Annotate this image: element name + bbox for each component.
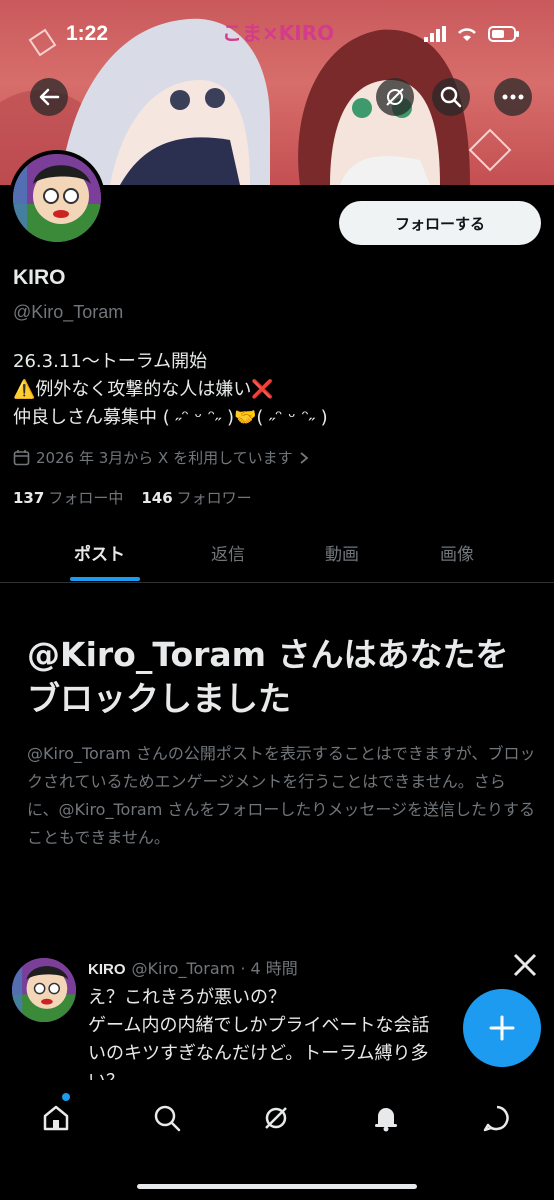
notifications-icon bbox=[375, 1108, 397, 1132]
profile-bio: 26.3.11～トーラム開始 ⚠️例外なく攻撃的な人は嫌い❌ 仲良しさん募集中 … bbox=[13, 348, 533, 432]
messages-icon bbox=[483, 1105, 509, 1132]
back-button[interactable] bbox=[30, 78, 68, 116]
nav-grok[interactable] bbox=[258, 1100, 294, 1136]
more-button[interactable] bbox=[494, 78, 532, 116]
tweet-header: KIRO @Kiro_Toram · 4 時間 bbox=[88, 955, 298, 979]
tab-replies[interactable]: 返信 bbox=[211, 540, 245, 565]
tabs-divider bbox=[0, 582, 554, 583]
tweet-line: いのキツすぎなんだけど。トーラム縛り多 bbox=[88, 1043, 429, 1064]
profile-tabs: ポスト 返信 動画 画像 bbox=[0, 530, 554, 582]
active-tab-indicator bbox=[70, 577, 140, 581]
tweet-avatar[interactable] bbox=[12, 958, 76, 1022]
more-icon bbox=[502, 94, 524, 100]
wifi-icon bbox=[458, 28, 476, 41]
nav-notifications[interactable] bbox=[368, 1100, 404, 1136]
search-icon bbox=[440, 86, 462, 108]
joined-date[interactable]: 2026 年 3月から X を利用しています bbox=[13, 447, 309, 468]
grok-button[interactable] bbox=[376, 78, 414, 116]
bio-line: 仲良しさん募集中 ( ˶ᵔ ᵕ ᵔ˶ )🤝( ˶ᵔ ᵕ ᵔ˶ ) bbox=[13, 407, 328, 428]
battery-icon bbox=[488, 26, 519, 42]
tweet-author-name[interactable]: KIRO bbox=[88, 961, 126, 978]
search-button[interactable] bbox=[432, 78, 470, 116]
bio-line: 26.3.11～トーラム開始 bbox=[13, 351, 208, 372]
followers-count: 146 bbox=[141, 489, 173, 507]
tab-posts[interactable]: ポスト bbox=[74, 540, 125, 565]
following-count: 137 bbox=[13, 489, 45, 507]
grok-icon bbox=[386, 88, 404, 106]
follow-button[interactable]: フォローする bbox=[339, 201, 541, 245]
follow-stats: 137 フォロー中 146 フォロワー bbox=[13, 487, 252, 508]
plus-icon bbox=[489, 1015, 515, 1041]
x-logo-button[interactable] bbox=[512, 952, 538, 982]
calendar-icon bbox=[13, 450, 30, 466]
home-icon bbox=[43, 1105, 69, 1131]
status-time: 1:22 bbox=[66, 22, 109, 45]
profile-name: KIRO bbox=[13, 266, 66, 289]
blocked-description: @Kiro_Toram さんの公開ポストを表示することはできますが、ブロックされ… bbox=[27, 744, 536, 847]
home-notification-dot bbox=[62, 1093, 70, 1101]
bottom-navigation bbox=[0, 1080, 554, 1200]
tweet-line: え？これきろが悪いの？ bbox=[88, 987, 286, 1008]
grok-nav-icon bbox=[265, 1107, 287, 1129]
bio-line: ⚠️例外なく攻撃的な人は嫌い❌ bbox=[13, 379, 274, 400]
following-label: フォロー中 bbox=[48, 489, 124, 507]
nav-messages[interactable] bbox=[479, 1100, 515, 1136]
joined-text: 2026 年 3月から X を利用しています bbox=[36, 449, 293, 467]
following-link[interactable]: 137 フォロー中 bbox=[13, 487, 123, 508]
followers-link[interactable]: 146 フォロワー bbox=[141, 487, 251, 508]
nav-home[interactable] bbox=[38, 1100, 74, 1136]
followers-label: フォロワー bbox=[176, 489, 252, 507]
back-arrow-icon bbox=[39, 88, 60, 106]
chevron-right-icon bbox=[300, 451, 309, 464]
tweet-handle-time: @Kiro_Toram · 4 時間 bbox=[131, 959, 298, 978]
home-indicator bbox=[137, 1184, 417, 1189]
tab-videos[interactable]: 動画 bbox=[325, 540, 359, 565]
tab-images[interactable]: 画像 bbox=[440, 540, 474, 565]
compose-button[interactable] bbox=[463, 989, 541, 1067]
explore-icon bbox=[154, 1105, 181, 1132]
profile-avatar[interactable] bbox=[9, 150, 105, 246]
profile-handle: @Kiro_Toram bbox=[13, 302, 124, 322]
signal-icon bbox=[424, 26, 446, 42]
blocked-title: @Kiro_Toram さんはあなたをブロックしました bbox=[27, 635, 509, 718]
nav-explore[interactable] bbox=[149, 1100, 185, 1136]
status-bar: 1:22 bbox=[0, 22, 554, 52]
tweet-line: ゲーム内の内緒でしかプライベートな会話 bbox=[88, 1015, 430, 1036]
x-logo-icon bbox=[513, 953, 537, 977]
